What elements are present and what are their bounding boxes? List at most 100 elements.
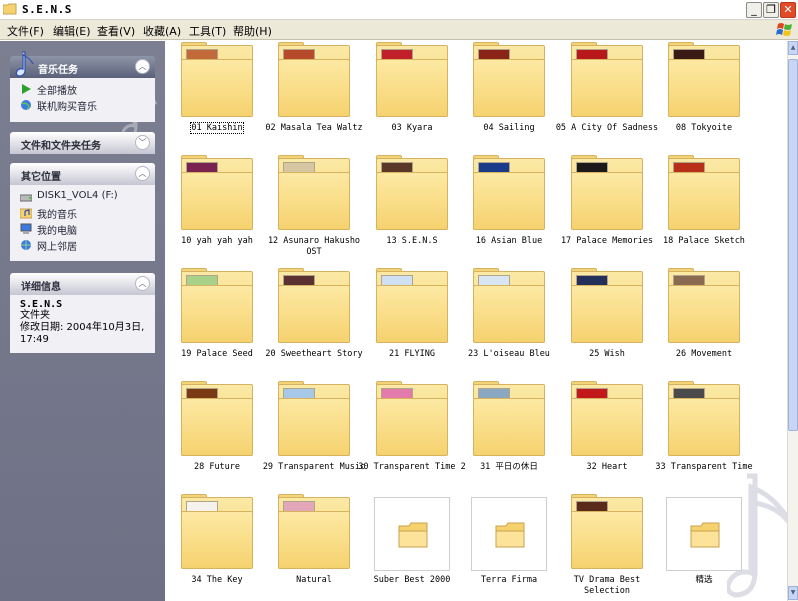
folder-icon: [473, 268, 545, 345]
folder-item[interactable]: 13 S.E.N.S: [364, 155, 460, 266]
buy-music-online-link[interactable]: 联机购买音乐: [20, 98, 145, 114]
folder-item[interactable]: 29 Transparent Music: [263, 381, 365, 492]
file-folder-tasks-panel: 文件和文件夹任务 ﹀: [10, 132, 155, 154]
menu-tools[interactable]: 工具(T): [189, 23, 226, 39]
folder-item[interactable]: 16 Asian Blue: [461, 155, 557, 266]
folder-item[interactable]: 23 L'oiseau Bleu: [461, 268, 557, 379]
folder-label: 13 S.E.N.S: [358, 236, 466, 247]
folder-label: 25 Wish: [553, 349, 661, 360]
folder-item[interactable]: 26 Movement: [656, 268, 752, 379]
drive-link[interactable]: DISK1_VOL4 (F:): [20, 190, 145, 206]
folder-icon: [668, 42, 740, 119]
folder-item[interactable]: 18 Palace Sketch: [656, 155, 752, 266]
scrollbar-thumb[interactable]: [788, 59, 798, 431]
folder-item[interactable]: Suber Best 2000: [364, 495, 460, 601]
folder-name: 31 平日の休日: [480, 462, 538, 472]
folder-name: 02 Masala Tea Waltz: [265, 123, 363, 133]
folder-label: 26 Movement: [650, 349, 758, 360]
folder-item[interactable]: 10 yah yah yah: [169, 155, 265, 266]
folder-label: 17 Palace Memories: [553, 236, 661, 247]
my-music-link[interactable]: 我的音乐: [20, 206, 145, 222]
play-all-link[interactable]: 全部播放: [20, 82, 145, 98]
folder-label: 32 Heart: [553, 462, 661, 473]
menu-help[interactable]: 帮助(H): [233, 23, 272, 39]
minimize-button[interactable]: _: [746, 2, 762, 18]
folder-icon: [376, 268, 448, 345]
collapse-chevron-icon[interactable]: ︿: [135, 59, 150, 74]
folder-icon: [376, 42, 448, 119]
music-tasks-header[interactable]: 音乐任务 ︿: [10, 51, 155, 78]
folder-icon: [181, 155, 253, 232]
music-tasks-title: 音乐任务: [38, 65, 78, 76]
folder-item[interactable]: 17 Palace Memories: [559, 155, 655, 266]
folder-item[interactable]: 精选: [656, 495, 752, 601]
folder-icon: [571, 42, 643, 119]
folder-icon: [571, 155, 643, 232]
folder-thumbnail-frame: [374, 497, 450, 571]
folder-label: 33 Transparent Time: [650, 462, 758, 473]
other-places-panel: 其它位置 ︿ DISK1_VOL4 (F:) 我的音乐 我的电脑 网上邻居: [10, 163, 155, 261]
folder-icon: [376, 381, 448, 458]
folder-label: 04 Sailing: [455, 123, 563, 134]
music-tasks-panel: 音乐任务 ︿ 全部播放 联机购买音乐: [10, 51, 155, 122]
network-places-link[interactable]: 网上邻居: [20, 238, 145, 254]
folder-icon: [181, 494, 253, 571]
folder-item[interactable]: 25 Wish: [559, 268, 655, 379]
folder-icon: [278, 155, 350, 232]
folder-name: 30 Transparent Time 2: [358, 462, 466, 472]
folder-label: 16 Asian Blue: [455, 236, 563, 247]
play-icon: [22, 84, 31, 94]
folder-item[interactable]: Natural: [266, 494, 362, 601]
folder-name: 21 FLYING: [388, 349, 436, 359]
expand-chevron-icon[interactable]: ﹀: [135, 135, 150, 150]
window-title: S.E.N.S: [22, 3, 72, 16]
other-places-header[interactable]: 其它位置 ︿: [10, 163, 155, 185]
collapse-chevron-icon[interactable]: ︿: [135, 166, 150, 181]
folder-name: 03 Kyara: [391, 123, 433, 133]
maximize-button[interactable]: ❐: [763, 2, 779, 18]
details-header[interactable]: 详细信息 ︿: [10, 273, 155, 295]
folder-item[interactable]: 20 Sweetheart Story: [265, 268, 363, 379]
folder-item[interactable]: 21 FLYING: [364, 268, 460, 379]
menu-file[interactable]: 文件(F): [7, 23, 44, 39]
folder-item[interactable]: 05 A City Of Sadness: [556, 42, 658, 153]
folder-item[interactable]: 30 Transparent Time 2: [358, 381, 466, 492]
folder-label: 18 Palace Sketch: [650, 236, 758, 247]
folder-name: 19 Palace Seed: [181, 349, 253, 359]
folder-item[interactable]: 28 Future: [169, 381, 265, 492]
menu-edit[interactable]: 编辑(E): [53, 23, 91, 39]
folder-icon: [473, 155, 545, 232]
folder-item[interactable]: 01 Kaishin: [169, 42, 265, 153]
folder-item[interactable]: 08 Tokyoite: [656, 42, 752, 153]
folder-label: 20 Sweetheart Story: [260, 349, 368, 360]
file-folder-tasks-header[interactable]: 文件和文件夹任务 ﹀: [10, 132, 155, 154]
my-computer-link[interactable]: 我的电脑: [20, 222, 145, 238]
my-music-label: 我的音乐: [37, 210, 77, 221]
folder-item[interactable]: 34 The Key: [169, 494, 265, 601]
folder-label: 28 Future: [165, 462, 271, 473]
folder-item[interactable]: Terra Firma: [461, 495, 557, 601]
folder-icon: [668, 268, 740, 345]
scroll-up-arrow-icon[interactable]: ▲: [788, 41, 798, 55]
folder-icon: [278, 381, 350, 458]
folder-thumbnail-frame: [666, 497, 742, 571]
my-computer-label: 我的电脑: [37, 226, 77, 237]
folder-item[interactable]: 12 Asunaro Hakusho OST: [266, 155, 362, 266]
folder-item[interactable]: 19 Palace Seed: [169, 268, 265, 379]
vertical-scrollbar[interactable]: ▲ ▼: [787, 41, 798, 601]
menu-view[interactable]: 查看(V): [97, 23, 135, 39]
my-music-icon: [20, 208, 32, 219]
folder-item[interactable]: 33 Transparent Time: [655, 381, 753, 492]
close-button[interactable]: ✕: [780, 2, 796, 18]
folder-item[interactable]: 02 Masala Tea Waltz: [265, 42, 363, 153]
menu-favorites[interactable]: 收藏(A): [143, 23, 181, 39]
folder-item[interactable]: TV Drama Best Selection: [559, 494, 655, 601]
folder-item[interactable]: 32 Heart: [559, 381, 655, 492]
title-bar: S.E.N.S _ ❐ ✕: [0, 0, 798, 20]
folder-item[interactable]: 04 Sailing: [461, 42, 557, 153]
file-folder-tasks-title: 文件和文件夹任务: [21, 141, 101, 152]
collapse-chevron-icon[interactable]: ︿: [135, 276, 150, 291]
scroll-down-arrow-icon[interactable]: ▼: [788, 586, 798, 600]
folder-item[interactable]: 31 平日の休日: [461, 381, 557, 492]
folder-item[interactable]: 03 Kyara: [364, 42, 460, 153]
